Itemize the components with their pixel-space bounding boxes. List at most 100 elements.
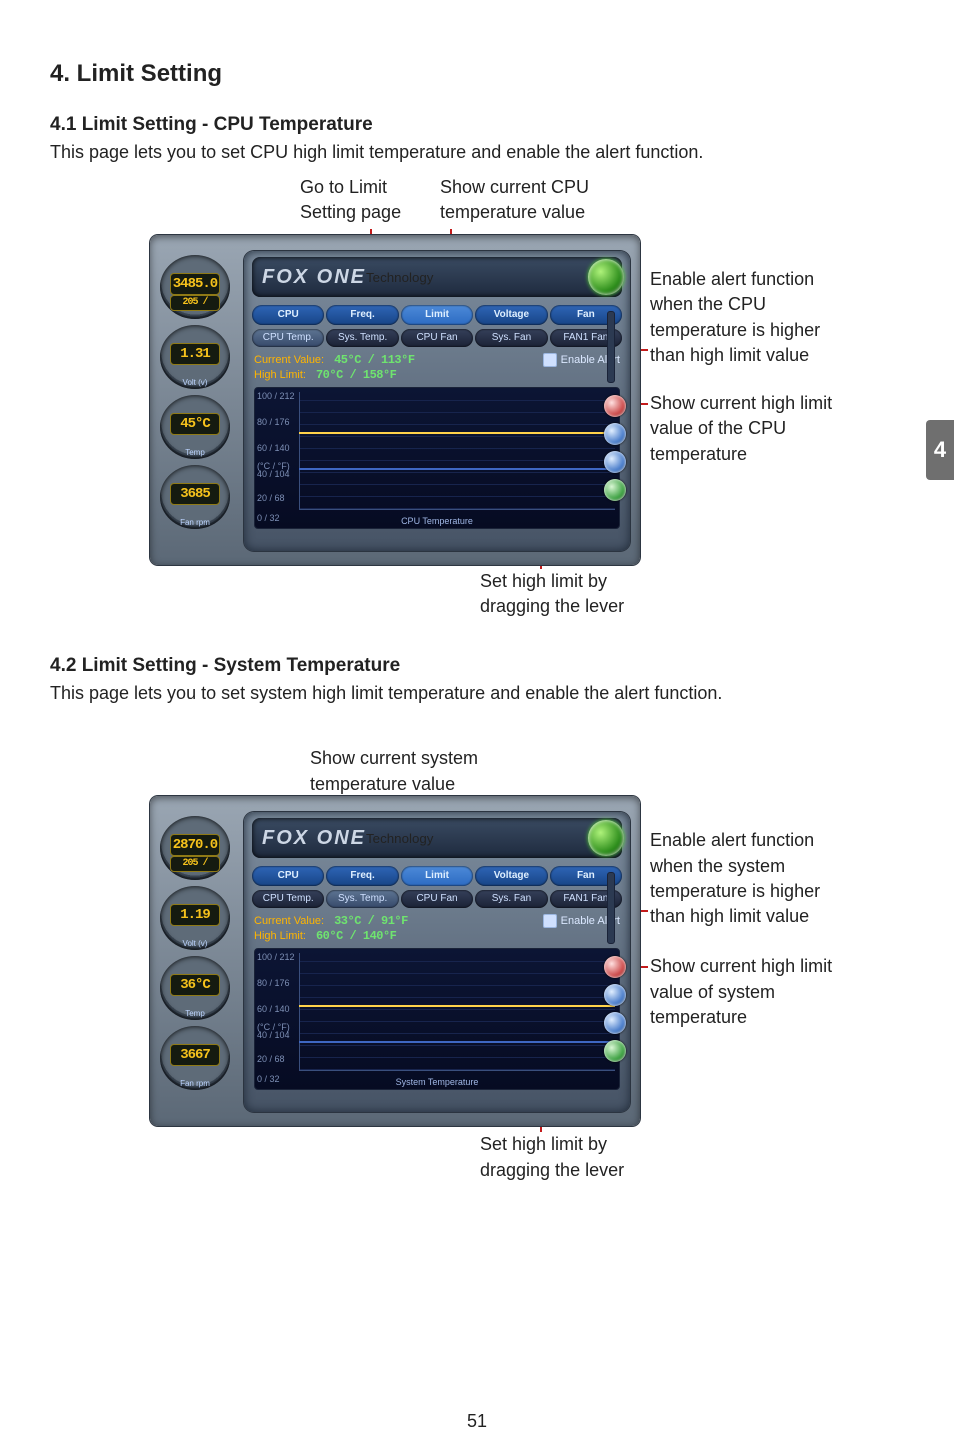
- gauge-voltage: 1.19 Volt (v): [160, 886, 230, 950]
- gauge-value: 3685: [170, 483, 220, 505]
- title-bar: FOX ONE Technology: [252, 818, 622, 858]
- y-tick: 40 / 104: [257, 1031, 290, 1040]
- current-value-trace: [299, 1041, 615, 1043]
- subsection-heading: 4.1 Limit Setting - CPU Temperature: [50, 114, 904, 136]
- high-limit-value: 60°C / 140°F: [316, 930, 396, 942]
- gauge-rail: 3485.0 205 / 17.0 1.31 Volt (v) 45°C Tem…: [152, 255, 238, 555]
- tab-limit[interactable]: Limit: [401, 305, 473, 325]
- temperature-chart: 100 / 212 80 / 176 60 / 140 (°C / °F) 40…: [254, 387, 620, 529]
- checkbox-icon[interactable]: [543, 914, 557, 928]
- tab-freq[interactable]: Freq.: [326, 866, 398, 886]
- tab-limit[interactable]: Limit: [401, 866, 473, 886]
- gauge-temperature: 45°C Temp: [160, 395, 230, 459]
- gauge-rail: 2870.0 205 / 17.0 1.19 Volt (v) 36°C Tem…: [152, 816, 238, 1116]
- high-limit-draggable[interactable]: [299, 1005, 615, 1007]
- y-tick: 80 / 176: [257, 979, 290, 988]
- high-limit-label: High Limit:: [254, 931, 306, 942]
- gauge-value-sub: 205 / 17.0: [170, 295, 220, 311]
- checkbox-icon[interactable]: [543, 353, 557, 367]
- tab-sys-fan[interactable]: Sys. Fan: [475, 329, 547, 347]
- close-icon[interactable]: [604, 956, 626, 978]
- brand-sub: Technology: [366, 831, 433, 846]
- tabs-main: CPU Freq. Limit Voltage Fan: [252, 305, 622, 325]
- current-value-label: Current Value:: [254, 916, 324, 927]
- home-icon[interactable]: [604, 1040, 626, 1062]
- tab-voltage[interactable]: Voltage: [475, 305, 547, 325]
- brand-sub: Technology: [366, 270, 433, 285]
- tab-cpu-fan[interactable]: CPU Fan: [401, 890, 473, 908]
- temperature-chart: 100 / 212 80 / 176 60 / 140 (°C / °F) 40…: [254, 948, 620, 1090]
- current-value-trace: [299, 468, 615, 470]
- config-icon[interactable]: [604, 451, 626, 473]
- y-tick: 100 / 212: [257, 953, 295, 962]
- callout-current-value: Show current system temperature value: [310, 746, 530, 796]
- tab-cpu-temp[interactable]: CPU Temp.: [252, 329, 324, 347]
- gauge-frequency: 2870.0 205 / 17.0: [160, 816, 230, 880]
- tab-cpu-temp[interactable]: CPU Temp.: [252, 890, 324, 908]
- callout-high-limit: Show current high limit value of the CPU…: [650, 391, 850, 467]
- tab-voltage[interactable]: Voltage: [475, 866, 547, 886]
- power-orb-icon[interactable]: [588, 820, 624, 856]
- y-tick: 80 / 176: [257, 418, 290, 427]
- screenshot-foxone-cpu: 3485.0 205 / 17.0 1.31 Volt (v) 45°C Tem…: [150, 235, 640, 565]
- tab-sys-temp[interactable]: Sys. Temp.: [326, 329, 398, 347]
- close-icon[interactable]: [604, 395, 626, 417]
- home-icon[interactable]: [604, 479, 626, 501]
- tab-cpu[interactable]: CPU: [252, 866, 324, 886]
- current-value-label: Current Value:: [254, 355, 324, 366]
- gauge-fan: 3667 Fan rpm: [160, 1026, 230, 1090]
- tabs-main: CPU Freq. Limit Voltage Fan: [252, 866, 622, 886]
- title-bar: FOX ONE Technology: [252, 257, 622, 297]
- callout-high-limit: Show current high limit value of system …: [650, 954, 850, 1030]
- screenshot-foxone-system: 2870.0 205 / 17.0 1.19 Volt (v) 36°C Tem…: [150, 796, 640, 1126]
- tab-freq[interactable]: Freq.: [326, 305, 398, 325]
- gauge-voltage: 1.31 Volt (v): [160, 325, 230, 389]
- figure-1: Go to Limit Setting page Show current CP…: [50, 175, 860, 615]
- y-tick: 40 / 104: [257, 470, 290, 479]
- skin-slider[interactable]: [600, 872, 622, 942]
- gauge-value: 3667: [170, 1044, 220, 1066]
- intro-text: This page lets you to set system high li…: [50, 681, 904, 706]
- brand-logo: FOX ONE: [262, 828, 366, 848]
- document-page: 4. Limit Setting 4.1 Limit Setting - CPU…: [0, 0, 954, 1452]
- tab-cpu-fan[interactable]: CPU Fan: [401, 329, 473, 347]
- gauge-value: 45°C: [170, 413, 220, 435]
- gauge-value: 1.19: [170, 904, 220, 926]
- chart-x-label: CPU Temperature: [255, 517, 619, 526]
- tab-cpu[interactable]: CPU: [252, 305, 324, 325]
- gauge-value: 3485.0: [170, 273, 220, 295]
- callout-enable-alert: Enable alert function when the system te…: [650, 828, 850, 929]
- y-tick: 60 / 140: [257, 1005, 290, 1014]
- minimize-icon[interactable]: [604, 984, 626, 1006]
- chart-x-label: System Temperature: [255, 1078, 619, 1087]
- subsection-heading: 4.2 Limit Setting - System Temperature: [50, 655, 904, 677]
- callout-drag-lever: Set high limit by dragging the lever: [480, 1132, 680, 1182]
- y-tick: 60 / 140: [257, 444, 290, 453]
- power-orb-icon[interactable]: [588, 259, 624, 295]
- high-limit-draggable[interactable]: [299, 432, 615, 434]
- gauge-frequency: 3485.0 205 / 17.0: [160, 255, 230, 319]
- callout-enable-alert: Enable alert function when the CPU tempe…: [650, 267, 850, 368]
- config-icon[interactable]: [604, 1012, 626, 1034]
- tab-sys-fan[interactable]: Sys. Fan: [475, 890, 547, 908]
- brand-logo: FOX ONE: [262, 267, 366, 287]
- current-value: 45°C / 113°F: [334, 354, 414, 366]
- minimize-icon[interactable]: [604, 423, 626, 445]
- callout-limit-tab: Go to Limit Setting page: [300, 175, 430, 225]
- figure-2: Show current system temperature value En…: [50, 716, 860, 1176]
- skin-slider[interactable]: [600, 311, 622, 381]
- gauge-value-sub: 205 / 17.0: [170, 856, 220, 872]
- gauge-value: 36°C: [170, 974, 220, 996]
- tabs-sub: CPU Temp. Sys. Temp. CPU Fan Sys. Fan FA…: [252, 329, 622, 347]
- high-limit-label: High Limit:: [254, 370, 306, 381]
- section-heading: 4. Limit Setting: [50, 60, 904, 88]
- y-tick: 20 / 68: [257, 1055, 285, 1064]
- chapter-tab: 4: [926, 420, 954, 480]
- callout-drag-lever: Set high limit by dragging the lever: [480, 569, 680, 619]
- gauge-value: 2870.0: [170, 834, 220, 856]
- gauge-value: 1.31: [170, 343, 220, 365]
- tab-sys-temp[interactable]: Sys. Temp.: [326, 890, 398, 908]
- current-value: 33°C / 91°F: [334, 915, 408, 927]
- tabs-sub: CPU Temp. Sys. Temp. CPU Fan Sys. Fan FA…: [252, 890, 622, 908]
- gauge-temperature: 36°C Temp: [160, 956, 230, 1020]
